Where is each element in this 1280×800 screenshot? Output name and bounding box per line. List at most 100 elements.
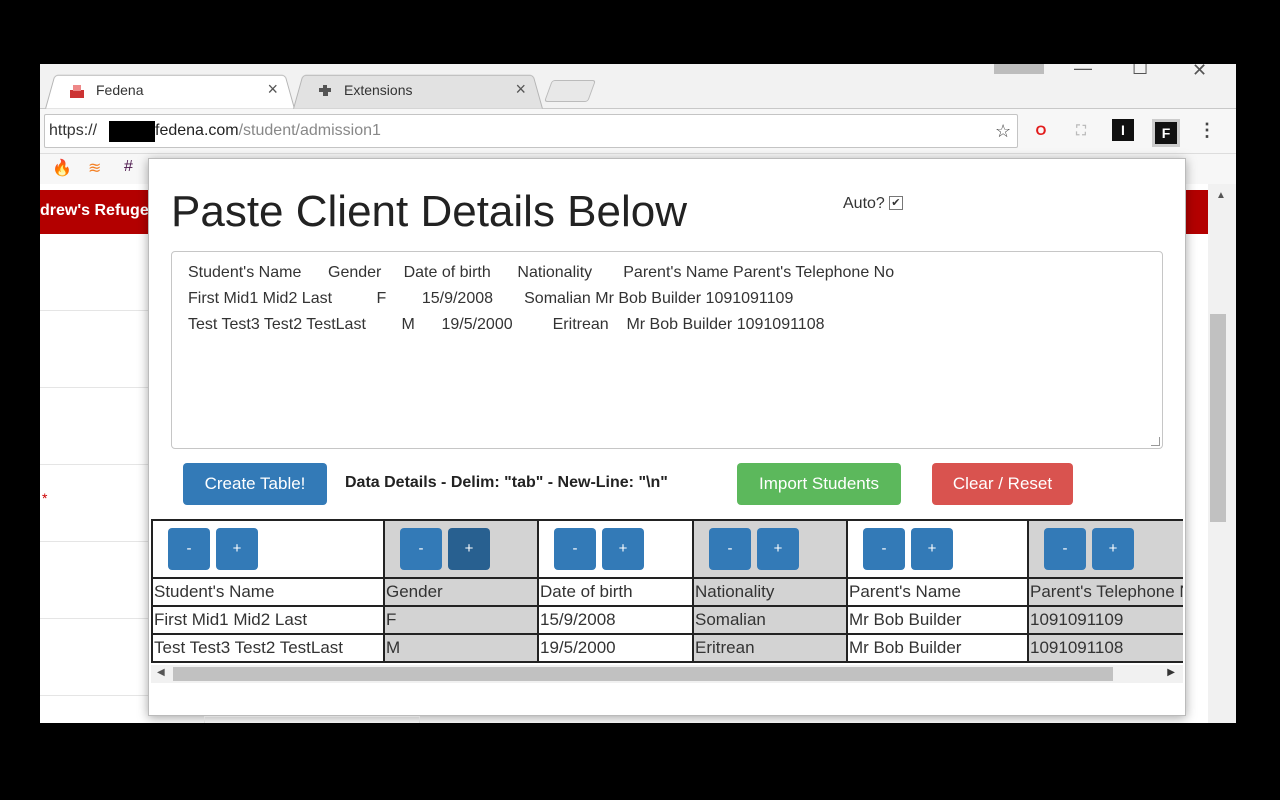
redacted-url-part <box>109 121 155 142</box>
table-horizontal-scrollbar[interactable]: ◀ ▶ <box>151 665 1183 683</box>
required-marker: * <box>42 490 48 506</box>
divider <box>40 310 152 311</box>
column-header: Nationality <box>692 577 848 607</box>
remove-column-button[interactable]: - <box>400 528 442 570</box>
add-column-button[interactable]: + <box>757 528 799 570</box>
profile-button[interactable] <box>994 64 1044 74</box>
remove-column-button[interactable]: - <box>1044 528 1086 570</box>
fedena-favicon-icon <box>70 85 84 98</box>
preview-table: - + - + - + - + - + - + Student's Name Gender … <box>151 519 1183 663</box>
auto-label: Auto? <box>843 195 885 212</box>
url-scheme: https:// <box>49 122 98 139</box>
column-controls: - + <box>1027 519 1183 579</box>
tab-strip: Fedena × Extensions × — ☐ ✕ <box>40 64 1236 109</box>
table-cell: First Mid1 Mid2 Last <box>151 605 385 635</box>
puzzle-piece-icon <box>319 85 331 96</box>
auto-toggle[interactable]: Auto? ✔ <box>843 195 903 213</box>
url-host: fedena.com/student/admission1 <box>155 122 381 139</box>
column-controls-row: - + - + - + - + - + - + <box>151 519 1183 579</box>
puzzle-extension-icon[interactable]: ⛶ <box>1070 119 1092 141</box>
close-window-icon[interactable]: ✕ <box>1192 64 1207 81</box>
table-cell: 1091091108 <box>1027 633 1183 663</box>
popup-title: Paste Client Details Below <box>171 187 688 236</box>
opera-icon[interactable]: O <box>1030 119 1052 141</box>
table-cell: 15/9/2008 <box>537 605 694 635</box>
table-cell: Mr Bob Builder <box>846 605 1029 635</box>
add-column-button[interactable]: + <box>216 528 258 570</box>
data-details-text: Data Details - Delim: "tab" - New-Line: … <box>345 474 668 491</box>
add-column-button[interactable]: + <box>1092 528 1134 570</box>
close-tab-icon[interactable]: × <box>515 79 526 100</box>
add-column-button[interactable]: + <box>911 528 953 570</box>
resize-handle[interactable] <box>1151 437 1160 446</box>
table-cell: Somalian <box>692 605 848 635</box>
divider <box>40 464 152 465</box>
clear-reset-button[interactable]: Clear / Reset <box>932 463 1073 505</box>
close-tab-icon[interactable]: × <box>267 79 278 100</box>
browser-window: Fedena × Extensions × — ☐ ✕ https:// fed… <box>40 64 1236 723</box>
textarea-line: First Mid1 Mid2 Last F 15/9/2008 Somalia… <box>188 290 794 307</box>
column-header: Gender <box>383 577 539 607</box>
scroll-up-icon[interactable]: ▲ <box>1216 190 1226 201</box>
scroll-left-icon[interactable]: ◀ <box>157 667 165 678</box>
page-element-partial <box>204 716 420 723</box>
column-controls: - + <box>692 519 848 579</box>
address-bar[interactable]: https:// fedena.com/student/admission1 ☆ <box>44 114 1018 148</box>
divider <box>40 541 152 542</box>
remove-column-button[interactable]: - <box>168 528 210 570</box>
scrollbar-thumb[interactable] <box>1210 314 1226 522</box>
table-cell: 19/5/2000 <box>537 633 694 663</box>
toolbar: https:// fedena.com/student/admission1 ☆… <box>40 109 1236 154</box>
table-cell: M <box>383 633 539 663</box>
remove-column-button[interactable]: - <box>863 528 905 570</box>
maximize-icon[interactable]: ☐ <box>1132 64 1148 79</box>
tab-label: Fedena <box>96 82 144 98</box>
minimize-icon[interactable]: — <box>1074 64 1092 79</box>
auto-checkbox[interactable]: ✔ <box>888 196 903 210</box>
add-column-button[interactable]: + <box>448 528 490 570</box>
tab-fedena[interactable]: Fedena × <box>45 74 295 109</box>
remove-column-button[interactable]: - <box>709 528 751 570</box>
instapaper-icon[interactable]: I <box>1112 119 1134 141</box>
import-students-button[interactable]: Import Students <box>737 463 901 505</box>
column-header: Parent's Telephone No <box>1027 577 1183 607</box>
divider <box>40 618 152 619</box>
divider <box>40 695 152 696</box>
add-column-button[interactable]: + <box>602 528 644 570</box>
create-table-button[interactable]: Create Table! <box>183 463 327 505</box>
column-controls: - + <box>383 519 539 579</box>
table-cell: Eritrean <box>692 633 848 663</box>
divider <box>40 387 152 388</box>
extension-popup: Paste Client Details Below Auto? ✔ Studen… <box>148 158 1186 716</box>
menu-dots-icon[interactable]: ⋮ <box>1196 119 1218 141</box>
stackoverflow-icon[interactable]: ≋ <box>88 158 101 178</box>
column-controls: - + <box>846 519 1029 579</box>
preview-table-container: - + - + - + - + - + - + Student's Name Gender … <box>151 519 1183 685</box>
tab-extensions[interactable]: Extensions × <box>293 74 543 109</box>
fedena-extension-icon[interactable]: F <box>1152 119 1180 147</box>
table-row: Test Test3 Test2 TestLast M 19/5/2000 Er… <box>151 633 1183 663</box>
table-cell: 1091091109 <box>1027 605 1183 635</box>
tab-label: Extensions <box>344 82 413 98</box>
column-header: Student's Name <box>151 577 385 607</box>
column-controls: - + <box>151 519 385 579</box>
column-controls: - + <box>537 519 694 579</box>
site-header-title: drew's Refugee <box>40 202 158 219</box>
table-cell: F <box>383 605 539 635</box>
column-header: Date of birth <box>537 577 694 607</box>
table-cell: Test Test3 Test2 TestLast <box>151 633 385 663</box>
scrollbar-thumb[interactable] <box>173 667 1113 681</box>
scroll-right-icon[interactable]: ▶ <box>1167 667 1175 678</box>
page-scrollbar[interactable]: ▲ <box>1208 184 1236 723</box>
table-row: First Mid1 Mid2 Last F 15/9/2008 Somalia… <box>151 605 1183 635</box>
textarea-line: Test Test3 Test2 TestLast M 19/5/2000 Er… <box>188 316 825 333</box>
remove-column-button[interactable]: - <box>554 528 596 570</box>
slack-icon[interactable]: # <box>124 158 133 176</box>
column-header: Parent's Name <box>846 577 1029 607</box>
client-details-textarea[interactable]: Student's Name Gender Date of birth Nati… <box>171 251 1163 449</box>
textarea-line: Student's Name Gender Date of birth Nati… <box>188 264 895 281</box>
new-tab-button[interactable] <box>543 80 597 102</box>
table-header-row: Student's Name Gender Date of birth Nati… <box>151 577 1183 607</box>
firebase-icon[interactable]: 🔥 <box>52 158 72 178</box>
bookmark-star-icon[interactable]: ☆ <box>995 121 1011 142</box>
